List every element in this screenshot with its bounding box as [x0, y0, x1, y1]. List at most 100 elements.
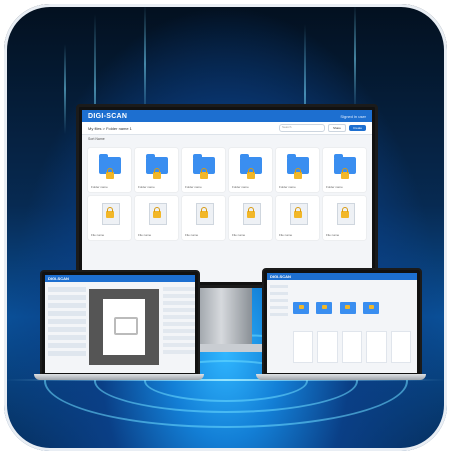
laptop-base [256, 374, 426, 380]
form-field[interactable] [163, 322, 195, 326]
list-item[interactable] [48, 303, 86, 308]
folder-tile[interactable]: Folder name [88, 148, 131, 192]
file-card[interactable] [390, 331, 412, 363]
image-icon [114, 317, 138, 335]
tile-label: File name [232, 233, 246, 237]
folder-row [293, 301, 382, 319]
form-field[interactable] [163, 294, 195, 298]
file-tile[interactable]: File name [276, 196, 319, 240]
list-item[interactable] [48, 311, 86, 316]
tile-label: Folder name [138, 185, 155, 189]
list-item[interactable] [48, 335, 86, 340]
sidebar-item[interactable] [270, 313, 288, 316]
tile-label: Folder name [232, 185, 249, 189]
lock-icon [246, 168, 255, 179]
lock-icon [105, 207, 114, 218]
form-field[interactable] [163, 308, 195, 312]
toolbar: My files > Folder name 1 Search Share Cr… [82, 122, 372, 135]
folder-icon [286, 154, 309, 179]
form-field[interactable] [163, 350, 195, 354]
file-tile[interactable]: File name [135, 196, 178, 240]
list-item[interactable] [48, 327, 86, 332]
form-field[interactable] [163, 343, 195, 347]
light-streak [64, 44, 66, 134]
form-field[interactable] [163, 301, 195, 305]
search-input[interactable]: Search [278, 124, 325, 132]
lock-icon [246, 207, 255, 218]
file-tile[interactable]: File name [182, 196, 225, 240]
file-card[interactable] [341, 331, 363, 363]
file-tile[interactable]: File name [229, 196, 272, 240]
list-item[interactable] [48, 319, 86, 324]
document-page [103, 299, 145, 355]
lock-icon [340, 207, 349, 218]
folder-icon [192, 154, 215, 179]
document-list [48, 287, 86, 359]
lock-icon [199, 207, 208, 218]
lock-icon [105, 168, 114, 179]
share-button[interactable]: Share [327, 124, 346, 132]
folder-tile[interactable]: Folder name [182, 148, 225, 192]
list-item[interactable] [48, 343, 86, 348]
form-field[interactable] [163, 287, 195, 291]
file-card[interactable] [366, 331, 387, 363]
form-field[interactable] [163, 329, 195, 333]
folder-tile[interactable]: Folder name [135, 148, 178, 192]
sidebar-item[interactable] [270, 306, 288, 309]
lock-icon [293, 207, 302, 218]
breadcrumb[interactable]: My files > Folder name 1 [88, 126, 132, 131]
tile-label: File name [138, 233, 152, 237]
metadata-panel [163, 287, 195, 357]
list-item[interactable] [48, 295, 86, 300]
monitor-screen: DIGI-SCAN Signed in user My files > Fold… [82, 110, 372, 282]
folder-icon[interactable] [363, 302, 380, 314]
file-card[interactable] [293, 331, 314, 363]
sidebar-item[interactable] [270, 292, 288, 295]
user-menu[interactable]: Signed in user [340, 114, 366, 119]
folder-icon[interactable] [316, 302, 333, 314]
folder-tile[interactable]: Folder name [276, 148, 319, 192]
folder-icon[interactable] [339, 302, 356, 314]
tile-label: File name [91, 233, 105, 237]
app-logo: DIGI-SCAN [270, 274, 291, 279]
app-header: DIGI-SCAN [267, 273, 417, 280]
desktop-monitor: DIGI-SCAN Signed in user My files > Fold… [76, 104, 378, 288]
sidebar-item[interactable] [270, 299, 288, 302]
lock-icon [298, 305, 304, 309]
list-item[interactable] [48, 287, 86, 292]
lock-icon [340, 168, 349, 179]
list-item[interactable] [48, 351, 86, 356]
sidebar-item[interactable] [270, 285, 288, 288]
left-laptop: DIGI-SCAN [34, 270, 204, 382]
light-streak [354, 4, 356, 114]
folder-tile[interactable]: Folder name [229, 148, 272, 192]
folder-icon [239, 154, 262, 179]
app-header: DIGI-SCAN [45, 275, 195, 282]
tile-label: File name [326, 233, 340, 237]
lock-icon [293, 168, 302, 179]
file-tile[interactable]: File name [88, 196, 131, 240]
laptop-screen: DIGI-SCAN [262, 268, 422, 378]
tile-label: Folder name [326, 185, 343, 189]
right-laptop: DIGI-SCAN [256, 268, 426, 382]
app-logo: DIGI-SCAN [88, 112, 128, 120]
lock-icon [368, 305, 374, 309]
file-card[interactable] [317, 331, 338, 363]
file-row [293, 331, 412, 363]
create-button[interactable]: Create [348, 125, 366, 131]
laptop-screen: DIGI-SCAN [40, 270, 200, 378]
lock-icon [345, 305, 351, 309]
form-field[interactable] [163, 315, 195, 319]
document-viewer [89, 289, 159, 365]
file-tile[interactable]: File name [323, 196, 366, 240]
lock-icon [152, 168, 161, 179]
folder-icon[interactable] [293, 302, 309, 314]
form-field[interactable] [163, 336, 195, 340]
lock-icon [152, 207, 161, 218]
sort-bar[interactable]: Sort Name [82, 135, 372, 142]
tile-label: File name [185, 233, 199, 237]
monitor-stand [196, 284, 252, 346]
folder-tile[interactable]: Folder name [323, 148, 366, 192]
laptop-display: DIGI-SCAN [267, 273, 417, 373]
app-header: DIGI-SCAN Signed in user [82, 110, 372, 122]
